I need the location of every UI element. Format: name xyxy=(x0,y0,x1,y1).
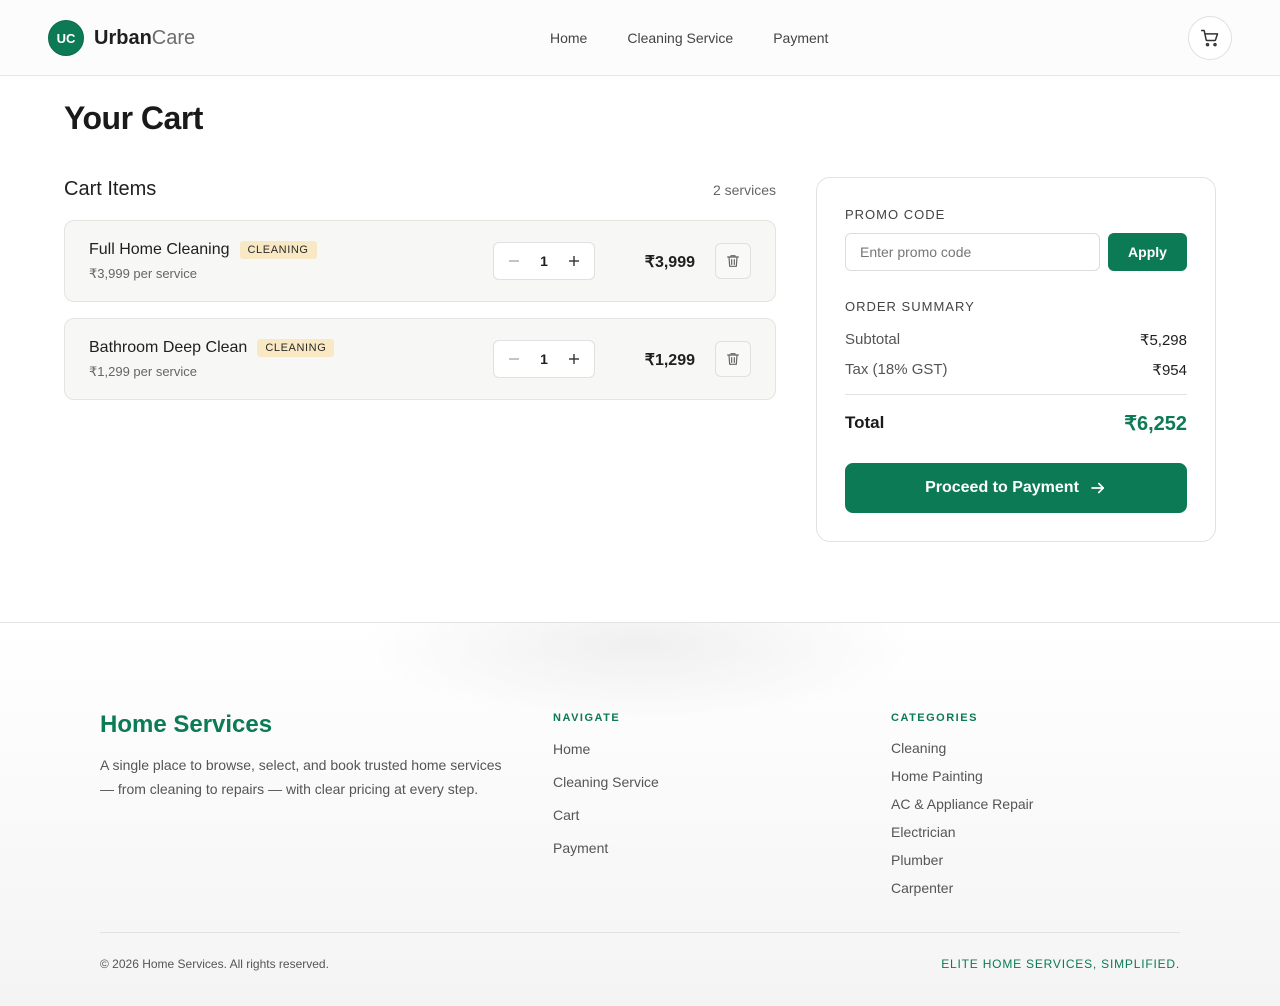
cart-item-name: Bathroom Deep Clean xyxy=(89,339,248,356)
footer-category-carpenter[interactable]: Carpenter xyxy=(891,880,953,896)
quantity-value: 1 xyxy=(540,351,548,367)
cart-button[interactable] xyxy=(1188,16,1232,60)
footer-divider xyxy=(100,932,1180,933)
remove-item-button[interactable] xyxy=(715,341,751,377)
remove-item-button[interactable] xyxy=(715,243,751,279)
cart-item: Bathroom Deep Clean CLEANING ₹1,299 per … xyxy=(64,318,776,400)
footer-category-cleaning[interactable]: Cleaning xyxy=(891,740,946,756)
category-tag: CLEANING xyxy=(257,339,335,357)
quantity-stepper: 1 xyxy=(493,242,595,280)
trash-icon xyxy=(727,353,739,365)
total-value: ₹6,252 xyxy=(1124,413,1187,435)
minus-icon xyxy=(509,358,519,360)
footer-category-plumber[interactable]: Plumber xyxy=(891,852,943,868)
footer-link-cleaning-service[interactable]: Cleaning Service xyxy=(553,774,659,790)
tax-label: Tax (18% GST) xyxy=(845,361,948,378)
cart-item-name-row: Bathroom Deep Clean CLEANING xyxy=(89,339,335,357)
footer-category-ac-repair[interactable]: AC & Appliance Repair xyxy=(891,796,1033,812)
cart-icon xyxy=(1200,29,1219,47)
nav-payment[interactable]: Payment xyxy=(773,30,828,46)
plus-icon xyxy=(568,354,579,364)
logo-badge: UC xyxy=(48,20,84,56)
cart-items-title: Cart Items xyxy=(64,178,157,200)
cart-item-unit-price: ₹1,299 per service xyxy=(89,364,197,379)
footer-title: Home Services xyxy=(100,711,273,738)
trash-icon xyxy=(727,255,739,267)
nav-home[interactable]: Home xyxy=(550,30,587,46)
quantity-stepper: 1 xyxy=(493,340,595,378)
cart-item-name-row: Full Home Cleaning CLEANING xyxy=(89,241,317,259)
footer-glow xyxy=(360,623,920,723)
footer-link-payment[interactable]: Payment xyxy=(553,840,608,856)
logo-text: UrbanCare xyxy=(94,27,195,50)
proceed-to-payment-button[interactable]: Proceed to Payment xyxy=(845,463,1187,513)
tax-value: ₹954 xyxy=(1152,362,1187,379)
cart-item-name: Full Home Cleaning xyxy=(89,241,230,258)
footer-navigate-heading: NAVIGATE xyxy=(553,712,621,724)
cart-item-price: ₹1,299 xyxy=(644,352,695,369)
nav-cleaning-service[interactable]: Cleaning Service xyxy=(627,30,733,46)
footer-category-electrician[interactable]: Electrician xyxy=(891,824,956,840)
decrease-quantity-button[interactable] xyxy=(508,255,520,267)
page-title: Your Cart xyxy=(64,100,203,136)
footer-categories-heading: CATEGORIES xyxy=(891,712,978,724)
quantity-value: 1 xyxy=(540,253,548,269)
summary-divider xyxy=(845,394,1187,395)
tax-row: Tax (18% GST) ₹954 xyxy=(845,361,1187,379)
subtotal-row: Subtotal ₹5,298 xyxy=(845,331,1187,349)
arrow-right-icon xyxy=(1091,482,1104,494)
subtotal-value: ₹5,298 xyxy=(1139,332,1187,349)
total-label: Total xyxy=(845,413,885,432)
cart-item-price: ₹3,999 xyxy=(644,254,695,271)
cart-item: Full Home Cleaning CLEANING ₹3,999 per s… xyxy=(64,220,776,302)
order-summary-label: ORDER SUMMARY xyxy=(845,299,975,314)
minus-icon xyxy=(509,260,519,262)
subtotal-label: Subtotal xyxy=(845,331,901,348)
logo[interactable]: UC UrbanCare xyxy=(48,20,195,56)
main-nav: Home Cleaning Service Payment xyxy=(550,30,828,46)
footer-link-home[interactable]: Home xyxy=(553,741,590,757)
footer-category-home-painting[interactable]: Home Painting xyxy=(891,768,983,784)
order-summary-panel: PROMO CODE Apply ORDER SUMMARY Subtotal … xyxy=(816,177,1216,542)
copyright-text: © 2026 Home Services. All rights reserve… xyxy=(100,957,329,971)
logo-text-light: Care xyxy=(151,26,196,49)
plus-icon xyxy=(568,256,579,266)
cart-items-count: 2 services xyxy=(712,182,776,198)
category-tag: CLEANING xyxy=(239,241,317,259)
increase-quantity-button[interactable] xyxy=(568,255,580,267)
footer-tagline: ELITE HOME SERVICES, SIMPLIFIED. xyxy=(941,957,1180,971)
site-header: UC UrbanCare Home Cleaning Service Payme… xyxy=(0,0,1280,76)
footer-description: A single place to browse, select, and bo… xyxy=(100,757,502,797)
proceed-to-payment-label: Proceed to Payment xyxy=(925,479,1079,496)
cart-item-unit-price: ₹3,999 per service xyxy=(89,266,197,281)
site-footer: Home Services A single place to browse, … xyxy=(0,622,1280,1006)
footer-link-cart[interactable]: Cart xyxy=(553,807,579,823)
promo-code-input[interactable] xyxy=(845,233,1100,271)
apply-promo-button[interactable]: Apply xyxy=(1108,233,1187,271)
promo-code-label: PROMO CODE xyxy=(845,207,946,222)
increase-quantity-button[interactable] xyxy=(568,353,580,365)
logo-text-bold: Urban xyxy=(94,26,152,49)
decrease-quantity-button[interactable] xyxy=(508,353,520,365)
